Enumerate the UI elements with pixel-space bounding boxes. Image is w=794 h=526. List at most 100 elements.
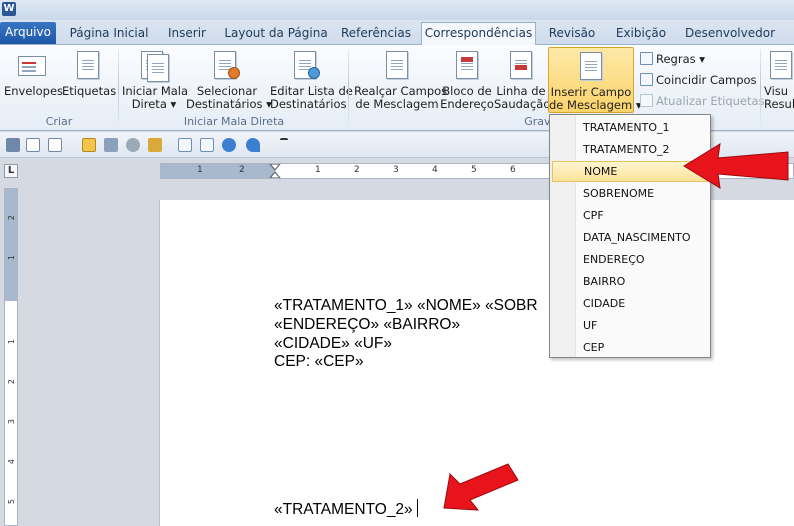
ruler-margin xyxy=(161,164,275,178)
tab-revisao[interactable]: Revisão xyxy=(542,23,602,45)
editar-label-1: Editar Lista de xyxy=(270,84,353,98)
red-arrow-icon xyxy=(443,463,519,511)
tab-exibicao[interactable]: Exibição xyxy=(608,23,674,45)
inserir-label-2: de Mesclagem ▾ xyxy=(549,98,642,112)
undo-icon[interactable] xyxy=(246,138,260,152)
regras-button[interactable]: Regras ▾ xyxy=(640,50,705,68)
red-arrow-icon xyxy=(683,143,789,189)
bloco-de-endereco-button[interactable]: Bloco de Endereço xyxy=(440,51,494,111)
doc-line-4: CEP: «CEP» xyxy=(274,353,364,370)
ruler-number: 6 xyxy=(510,165,516,175)
edit-icon[interactable] xyxy=(178,138,192,152)
dropdown-item-cep[interactable]: CEP xyxy=(552,337,708,358)
tab-arquivo[interactable]: Arquivo xyxy=(0,22,56,44)
etiquetas-label: Etiquetas xyxy=(62,84,117,98)
tab-referencias[interactable]: Referências xyxy=(336,23,416,45)
vruler-number: 5 xyxy=(7,499,16,505)
realcar-label-1: Realçar Campos xyxy=(354,84,448,98)
doc-line-3: «CIDADE» «UF» xyxy=(274,335,393,352)
vruler-number: 2 xyxy=(7,379,16,385)
dropdown-item-data-nascimento[interactable]: DATA_NASCIMENTO xyxy=(552,227,708,248)
refresh-icon[interactable] xyxy=(222,138,236,152)
editar-lista-destinatarios-button[interactable]: Editar Lista de Destinatários xyxy=(270,51,353,111)
ruler-number: 4 xyxy=(432,165,438,175)
tab-layout-da-pagina[interactable]: Layout da Página xyxy=(220,23,332,45)
envelope-icon xyxy=(17,51,47,81)
dropdown-item-cpf[interactable]: CPF xyxy=(552,205,708,226)
ruler-number: 1 xyxy=(315,165,321,175)
ruler-number: 2 xyxy=(239,165,245,175)
edit-recipient-list-icon xyxy=(292,51,322,81)
coincidir-campos-button[interactable]: Coincidir Campos xyxy=(640,71,757,89)
indent-marker-icon[interactable] xyxy=(269,164,281,178)
group-label-criar: Criar xyxy=(45,115,73,128)
linha-label-2: Saudação xyxy=(494,97,551,111)
doc-line-2: «ENDEREÇO» «BAIRRO» xyxy=(274,316,461,333)
selecionar-destinatarios-button[interactable]: Selecionar Destinatários ▾ xyxy=(186,51,272,111)
inserir-campo-inner: Inserir Campo de Mesclagem ▾ xyxy=(549,52,642,112)
draw-icon[interactable] xyxy=(200,138,214,152)
labels-icon xyxy=(73,51,103,81)
customize-toolbar-icon[interactable] xyxy=(280,138,288,152)
bloco-label-2: Endereço xyxy=(440,97,494,111)
vruler-number: 1 xyxy=(7,255,16,261)
zoom-icon[interactable] xyxy=(48,138,62,152)
doc-line-1: «TRATAMENTO_1» «NOME» «SOBR xyxy=(274,297,538,314)
iniciar-label-2: Direta ▾ xyxy=(131,97,177,111)
dropdown-item-tratamento-1[interactable]: TRATAMENTO_1 xyxy=(552,117,708,138)
calculator-icon[interactable] xyxy=(6,138,20,152)
dropdown-item-bairro[interactable]: BAIRRO xyxy=(552,271,708,292)
realcar-campos-button[interactable]: Realçar Campos de Mesclagem xyxy=(354,51,447,111)
tab-correspondencias[interactable]: Correspondências xyxy=(421,22,536,45)
ruler-number: 1 xyxy=(197,165,203,175)
tab-desenvolvedor[interactable]: Desenvolvedor xyxy=(680,23,780,45)
title-bar: W xyxy=(0,0,794,20)
vruler-number: 1 xyxy=(7,339,16,345)
dropdown-item-uf[interactable]: UF xyxy=(552,315,708,336)
iniciar-label-1: Iniciar Mala xyxy=(122,84,189,98)
print-preview-icon[interactable] xyxy=(26,138,40,152)
ruler-number: 3 xyxy=(393,165,399,175)
atualizar-etiquetas-button[interactable]: Atualizar Etiquetas xyxy=(640,92,765,110)
ruler-number: 5 xyxy=(471,165,477,175)
word-window: W Arquivo Página Inicial Inserir Layout … xyxy=(0,0,794,526)
iniciar-mala-direta-button[interactable]: Iniciar Mala Direta ▾ xyxy=(122,51,189,111)
group-label-iniciar: Iniciar Mala Direta xyxy=(183,115,285,128)
tab-inserir[interactable]: Inserir xyxy=(160,23,214,45)
doc-line-5: «TRATAMENTO_2» xyxy=(274,499,418,519)
visu-label-1: Visu xyxy=(764,84,789,98)
vruler-number: 3 xyxy=(7,419,16,425)
dropdown-item-endereco[interactable]: ENDEREÇO xyxy=(552,249,708,270)
tab-stop-selector[interactable]: L xyxy=(4,164,18,178)
editar-label-2: Destinatários xyxy=(270,97,347,111)
preview-results-icon xyxy=(768,51,794,81)
inserir-campo-de-mesclagem-button[interactable]: Inserir Campo de Mesclagem ▾ xyxy=(548,47,642,113)
tab-pagina-inicial[interactable]: Página Inicial xyxy=(62,23,156,45)
atualizar-label: Atualizar Etiquetas xyxy=(656,94,765,108)
open-folder-icon[interactable] xyxy=(82,138,96,152)
group-separator xyxy=(118,49,119,127)
linha-de-saudacao-button[interactable]: Linha de Saudação xyxy=(494,51,551,111)
globe-icon[interactable] xyxy=(126,138,140,152)
save-all-icon[interactable] xyxy=(104,138,118,152)
visualizar-resultados-button[interactable]: Visu Resul xyxy=(764,51,794,111)
bloco-label-1: Bloco de xyxy=(442,84,492,98)
doc-line-5-text: «TRATAMENTO_2» xyxy=(274,501,413,518)
group-separator xyxy=(348,49,349,127)
regras-label: Regras ▾ xyxy=(656,52,706,66)
linha-label-1: Linha de xyxy=(496,84,546,98)
update-labels-icon xyxy=(640,94,653,107)
selecionar-label-2: Destinatários ▾ xyxy=(186,97,272,111)
dropdown-item-cidade[interactable]: CIDADE xyxy=(552,293,708,314)
spelling-icon[interactable] xyxy=(148,138,162,152)
greeting-line-icon xyxy=(506,51,536,81)
match-fields-icon xyxy=(640,73,653,86)
etiquetas-button[interactable]: Etiquetas xyxy=(62,51,117,98)
vruler-number: 2 xyxy=(7,215,16,221)
vertical-ruler[interactable]: 2 1 1 2 3 4 5 xyxy=(4,188,18,526)
word-logo-icon[interactable]: W xyxy=(2,2,16,16)
start-mail-merge-icon xyxy=(139,51,169,82)
envelopes-button[interactable]: Envelopes xyxy=(4,51,63,98)
ribbon-tab-bar: Arquivo Página Inicial Inserir Layout da… xyxy=(0,20,794,45)
visu-label-2: Resul xyxy=(764,97,794,111)
